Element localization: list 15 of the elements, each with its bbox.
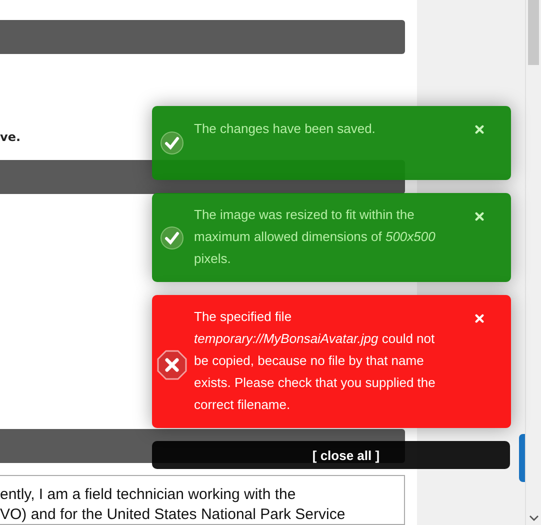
- body-text: ve.: [0, 130, 21, 146]
- error-icon: [157, 350, 187, 380]
- notification-message: The image was resized to fit within the maximum allowed dimensions of 500x500 pixels.: [194, 206, 436, 268]
- close-all-toast-button[interactable]: [ close all ]: [152, 441, 510, 469]
- scrollbar-thumb[interactable]: [528, 0, 539, 65]
- close-icon[interactable]: [475, 212, 484, 221]
- close-icon[interactable]: [475, 125, 484, 134]
- check-icon: [160, 131, 184, 155]
- notification-message: The specified file temporary://MyBonsaiAvatar.jpg could not be copied, because no file by that name exists. Please check that you supplied the correct filename.: [194, 308, 436, 414]
- notification-message: The changes have been saved.: [194, 120, 376, 138]
- scrollbar[interactable]: [525, 0, 541, 525]
- side-tab[interactable]: [519, 434, 525, 482]
- check-icon: [160, 226, 184, 250]
- bio-text-area[interactable]: ently, I am a field technician working with the VO) and for the United States National Park Service: [0, 475, 405, 525]
- scroll-down-icon[interactable]: [529, 515, 539, 521]
